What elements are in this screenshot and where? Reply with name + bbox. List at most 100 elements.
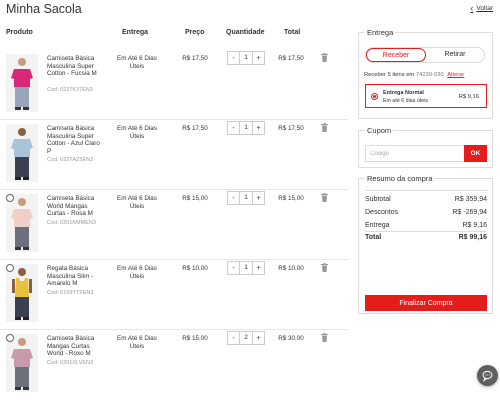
receive-info: Receber 5 itens em 74230-030 Alterar	[364, 72, 464, 78]
trash-icon[interactable]	[321, 123, 328, 132]
product-delivery: Em Até 6 Dias Úteis	[117, 335, 157, 350]
cart-item-row: Camiseta Básica World Mangas Curtas - Ro…	[0, 190, 348, 260]
trash-icon[interactable]	[321, 53, 328, 62]
coupon-box-title: Cupom	[365, 126, 394, 135]
product-image[interactable]	[6, 124, 38, 182]
product-delivery: Em Até 6 Dias Úteis	[117, 125, 157, 140]
quantity-value[interactable]: 2	[239, 332, 253, 344]
page-title: Minha Sacola	[6, 2, 82, 16]
quantity-value[interactable]: 1	[239, 122, 253, 134]
product-delivery: Em Até 6 Dias Úteis	[117, 265, 157, 280]
zoom-icon[interactable]	[6, 334, 14, 342]
total-value: R$ 99,16	[458, 234, 487, 241]
cep-value: 74230-030	[415, 72, 444, 78]
product-total: R$ 17,50	[278, 125, 304, 132]
summary-box-title: Resumo da compra	[365, 174, 435, 183]
quantity-stepper: - 2 +	[227, 331, 265, 345]
summary-subtotal-row: Subtotal R$ 359,94	[365, 196, 487, 203]
product-price: R$ 17,50	[182, 125, 208, 132]
product-name[interactable]: Camiseta Básica Masculina Super Cotton -…	[47, 125, 105, 155]
quantity-stepper: - 1 +	[227, 121, 265, 135]
product-price: R$ 15,00	[182, 195, 208, 202]
product-total: R$ 10,00	[278, 265, 304, 272]
column-quantity: Quantidade	[226, 29, 265, 36]
shipping-option-price: R$ 9,16	[458, 94, 479, 100]
product-name[interactable]: Camiseta Básica World Mangas Curtas - Ro…	[47, 195, 105, 218]
coupon-input[interactable]	[365, 145, 468, 162]
product-code: Cod: 0199YTFEN3	[47, 290, 94, 296]
column-product: Produto	[6, 29, 33, 36]
product-name[interactable]: Regata Básica Masculina Slim - Amarelo M	[47, 265, 105, 288]
product-delivery: Em Até 6 Dias Úteis	[117, 55, 157, 70]
delivery-label: Entrega	[365, 222, 390, 229]
product-image[interactable]	[6, 54, 38, 112]
back-link-label: Voltar	[476, 5, 493, 12]
shipping-option-name: Entrega Normal	[383, 90, 424, 96]
quantity-increase-button[interactable]: +	[253, 262, 264, 274]
delivery-mode-toggle: Receber Retirar	[365, 47, 485, 63]
quantity-value[interactable]: 1	[239, 262, 253, 274]
trash-icon[interactable]	[321, 263, 328, 272]
quantity-stepper: - 1 +	[227, 261, 265, 275]
back-link[interactable]: ‹ Voltar	[470, 4, 493, 13]
zoom-icon[interactable]	[6, 194, 14, 202]
tab-pickup[interactable]: Retirar	[426, 48, 484, 62]
quantity-decrease-button[interactable]: -	[228, 52, 239, 64]
summary-divider	[365, 190, 487, 191]
trash-icon[interactable]	[321, 333, 328, 342]
quantity-decrease-button[interactable]: -	[228, 262, 239, 274]
quantity-value[interactable]: 1	[239, 52, 253, 64]
quantity-decrease-button[interactable]: -	[228, 122, 239, 134]
column-price: Preço	[185, 29, 205, 36]
product-name[interactable]: Camiseta Básica Mangas Curtas World - Ro…	[47, 335, 105, 358]
product-code: Cod: 0201KMMEN3	[47, 220, 96, 226]
delivery-box: Entrega Receber Retirar Receber 5 itens …	[358, 28, 493, 119]
product-image[interactable]	[6, 194, 38, 252]
cart-item-row: Regata Básica Masculina Slim - Amarelo M…	[0, 260, 348, 330]
coupon-ok-button[interactable]: OK	[464, 145, 487, 162]
product-price: R$ 10,00	[182, 265, 208, 272]
shipping-radio[interactable]	[371, 93, 378, 100]
chat-bubble-icon	[482, 370, 493, 382]
product-image[interactable]	[6, 264, 38, 322]
cart-item-row: Camiseta Básica Mangas Curtas World - Ro…	[0, 330, 348, 400]
shipping-option-days: Em até 6 dias úteis	[383, 98, 429, 104]
discount-label: Descontos	[365, 209, 399, 216]
finish-purchase-button[interactable]: Finalizar Compra	[365, 295, 487, 311]
total-label: Total	[365, 234, 382, 241]
quantity-increase-button[interactable]: +	[253, 192, 264, 204]
zoom-icon[interactable]	[6, 264, 14, 272]
subtotal-value: R$ 359,94	[454, 196, 487, 203]
product-image[interactable]	[6, 334, 38, 392]
chat-button[interactable]	[477, 365, 498, 386]
alter-cep-link[interactable]: Alterar	[447, 72, 464, 78]
cart-item-row: Camiseta Básica Masculina Super Cotton -…	[0, 120, 348, 190]
chevron-left-icon: ‹	[470, 3, 474, 13]
delivery-value: R$ 9,16	[462, 222, 487, 229]
product-code: Cod: 0227AZ5EN2	[47, 157, 94, 163]
quantity-decrease-button[interactable]: -	[228, 192, 239, 204]
quantity-value[interactable]: 1	[239, 192, 253, 204]
summary-divider	[365, 231, 487, 232]
product-total: R$ 17,50	[278, 55, 304, 62]
subtotal-label: Subtotal	[365, 196, 391, 203]
shipping-option[interactable]: Entrega Normal Em até 6 dias úteis R$ 9,…	[365, 84, 487, 108]
quantity-stepper: - 1 +	[227, 191, 265, 205]
quantity-stepper: - 1 +	[227, 51, 265, 65]
quantity-increase-button[interactable]: +	[253, 122, 264, 134]
trash-icon[interactable]	[321, 193, 328, 202]
product-price: R$ 17,50	[182, 55, 208, 62]
product-total: R$ 30,00	[278, 335, 304, 342]
quantity-decrease-button[interactable]: -	[228, 332, 239, 344]
product-code: Cod: 0227K37EN3	[47, 87, 93, 93]
summary-delivery-row: Entrega R$ 9,16	[365, 222, 487, 229]
tab-receive[interactable]: Receber	[366, 48, 426, 62]
discount-value: R$ -269,94	[452, 209, 487, 216]
cart-item-row: Camiseta Básica Masculina Super Cotton -…	[0, 50, 348, 120]
receive-text: Receber 5 itens em	[364, 72, 415, 78]
quantity-increase-button[interactable]: +	[253, 52, 264, 64]
coupon-box: Cupom OK	[358, 126, 493, 168]
quantity-increase-button[interactable]: +	[253, 332, 264, 344]
cart-table-header: Produto Entrega Preço Quantidade Total	[0, 24, 343, 48]
product-name[interactable]: Camiseta Básica Masculina Super Cotton -…	[47, 55, 105, 78]
